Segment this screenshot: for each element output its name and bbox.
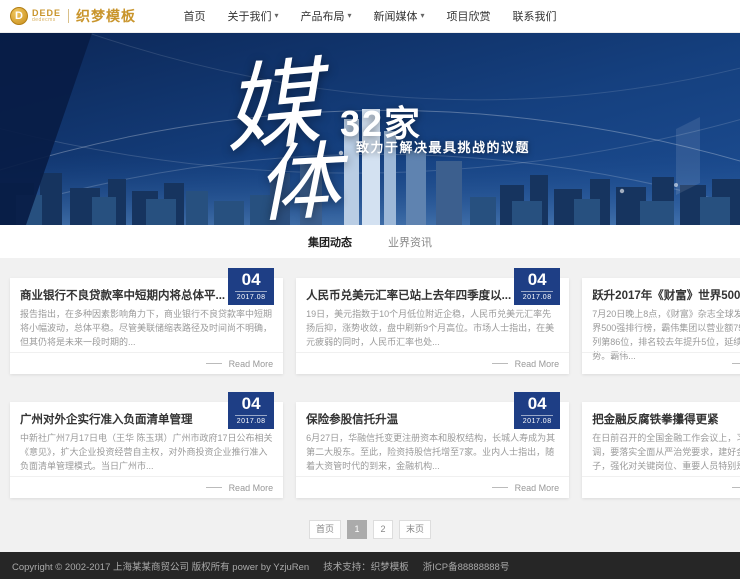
logo-brand-cn: 织梦模板 xyxy=(76,6,136,26)
nav-label: 联系我们 xyxy=(513,8,557,24)
date-badge: 04 2017.08 xyxy=(228,392,274,429)
hero-subline: 致力于解决最具挑战的议题 xyxy=(356,137,530,156)
badge-divider xyxy=(521,291,553,292)
date-badge: 04 2017.08 xyxy=(514,268,560,305)
tab-industry-news[interactable]: 业界资讯 xyxy=(388,234,432,250)
chevron-down-icon: ▾ xyxy=(274,12,278,20)
dash-decoration xyxy=(206,487,222,488)
tab-group-news[interactable]: 集团动态 xyxy=(308,234,352,250)
news-card[interactable]: 04 2017.08 商业银行不良贷款率中短期内将总体平... 报告指出，在多种… xyxy=(10,278,283,374)
dede-logo-icon: D xyxy=(10,7,28,25)
footer-copyright: Copyright © 2002-2017 上海某某商贸公司 版权所有 powe… xyxy=(12,559,309,573)
news-grid: 04 2017.08 商业银行不良贷款率中短期内将总体平... 报告指出，在多种… xyxy=(10,278,730,498)
news-title[interactable]: 跃升2017年《财富》世界500强 xyxy=(592,287,740,303)
footer-icp: 浙ICP备88888888号 xyxy=(423,559,510,573)
date-month: 2017.08 xyxy=(228,418,274,425)
read-more-link[interactable]: Read More xyxy=(229,359,274,369)
read-more-link[interactable]: Read More xyxy=(515,483,560,493)
logo[interactable]: D DEDE dedecms 织梦模板 xyxy=(10,6,136,26)
news-card[interactable]: 04 2017.08 人民币兑美元汇率已站上去年四季度以... 19日，美元指数… xyxy=(296,278,569,374)
header: D DEDE dedecms 织梦模板 首页 关于我们 ▾ 产品布局 ▾ 新闻媒… xyxy=(0,0,740,33)
dash-decoration xyxy=(732,487,740,488)
logo-brand-sub-text: dedecms xyxy=(32,18,61,23)
date-day: 04 xyxy=(228,271,274,288)
card-footer: Read More xyxy=(296,476,569,498)
card-footer: Read More xyxy=(582,352,740,374)
dash-decoration xyxy=(492,363,508,364)
read-more-link[interactable]: Read More xyxy=(229,483,274,493)
date-day: 04 xyxy=(514,395,560,412)
date-day: 04 xyxy=(514,271,560,288)
main-nav: 首页 关于我们 ▾ 产品布局 ▾ 新闻媒体 ▾ 项目欣赏 联系我们 xyxy=(183,8,556,24)
logo-divider xyxy=(68,9,69,23)
dash-decoration xyxy=(206,363,222,364)
footer: Copyright © 2002-2017 上海某某商贸公司 版权所有 powe… xyxy=(0,552,740,579)
dash-decoration xyxy=(492,487,508,488)
footer-support: 技术支持：织梦模板 xyxy=(323,559,409,573)
news-section: 04 2017.08 商业银行不良贷款率中短期内将总体平... 报告指出，在多种… xyxy=(0,258,740,539)
date-month: 2017.08 xyxy=(228,294,274,301)
nav-item-home[interactable]: 首页 xyxy=(183,8,205,24)
hero-banner: 媒 体 32家 致力于解决最具挑战的议题 xyxy=(0,33,740,225)
nav-item-projects[interactable]: 项目欣赏 xyxy=(447,8,491,24)
pagination: 首页 1 2 末页 xyxy=(10,520,730,539)
news-card[interactable]: 04 2017.08 保险参股信托升温 6月27日，华融信托变更注册资本和股权结… xyxy=(296,402,569,498)
nav-item-contact[interactable]: 联系我们 xyxy=(513,8,557,24)
news-tabs: 集团动态 业界资讯 xyxy=(0,225,740,258)
date-day: 04 xyxy=(228,395,274,412)
nav-label: 关于我们 xyxy=(227,8,271,24)
dash-decoration xyxy=(732,363,740,364)
date-badge: 04 2017.08 xyxy=(514,392,560,429)
date-month: 2017.08 xyxy=(514,294,560,301)
news-card[interactable]: 04 2017.08 广州对外企实行准入负面清单管理 中新社广州7月17日电（王… xyxy=(10,402,283,498)
nav-label: 项目欣赏 xyxy=(447,8,491,24)
card-footer: Read More xyxy=(296,352,569,374)
news-card[interactable]: 04 2017.08 跃升2017年《财富》世界500强 7月20日晚上8点，《… xyxy=(582,278,740,374)
pagination-first[interactable]: 首页 xyxy=(309,520,341,539)
badge-divider xyxy=(235,291,267,292)
nav-label: 新闻媒体 xyxy=(374,8,418,24)
chevron-down-icon: ▾ xyxy=(347,12,351,20)
news-title[interactable]: 把金融反腐铁拳攥得更紧 xyxy=(592,411,740,427)
pagination-page-1[interactable]: 1 xyxy=(347,520,367,539)
nav-item-products[interactable]: 产品布局 ▾ xyxy=(300,8,351,24)
nav-item-about[interactable]: 关于我们 ▾ xyxy=(227,8,278,24)
nav-item-news[interactable]: 新闻媒体 ▾ xyxy=(374,8,425,24)
badge-divider xyxy=(235,415,267,416)
pagination-page-2[interactable]: 2 xyxy=(373,520,393,539)
news-card[interactable]: 04 2017.08 把金融反腐铁拳攥得更紧 在日前召开的全国金融工作会议上，习… xyxy=(582,402,740,498)
nav-label: 首页 xyxy=(183,8,205,24)
date-badge: 04 2017.08 xyxy=(228,268,274,305)
card-footer: Read More xyxy=(10,352,283,374)
read-more-link[interactable]: Read More xyxy=(515,359,560,369)
card-footer: Read More xyxy=(582,476,740,498)
chevron-down-icon: ▾ xyxy=(421,12,425,20)
nav-label: 产品布局 xyxy=(300,8,344,24)
logo-brand-en: DEDE dedecms xyxy=(32,9,61,23)
pagination-last[interactable]: 末页 xyxy=(399,520,431,539)
date-month: 2017.08 xyxy=(514,418,560,425)
card-footer: Read More xyxy=(10,476,283,498)
badge-divider xyxy=(521,415,553,416)
